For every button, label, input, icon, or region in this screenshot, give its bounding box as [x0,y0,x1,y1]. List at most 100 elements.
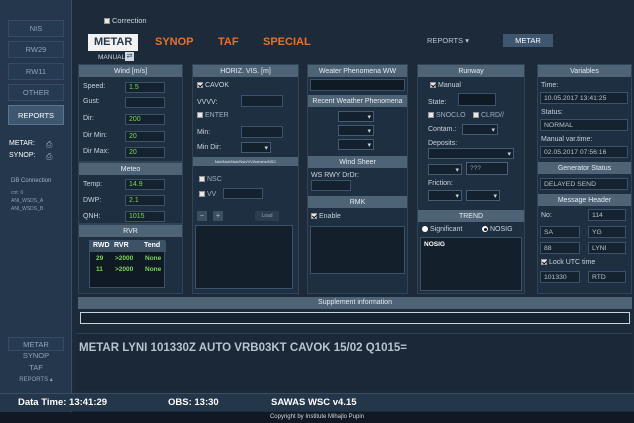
runway-title: Runway [418,65,524,77]
friction-select-1[interactable] [428,190,462,202]
cloud-header: Nsh/Nsh/Nsh/Nsh/VV/hshshs/NSC [193,157,298,166]
clrd-checkbox[interactable]: CLRD// [473,112,504,119]
recent-weather-select-1[interactable] [338,111,374,123]
lock-utc-checkbox[interactable]: Lock UTC time [541,259,595,266]
db-connection-title: DB Connection [11,178,52,184]
nav-reports[interactable]: REPORTS [8,105,64,125]
rvr-header-tend: Tend [144,242,161,249]
wind-dirmax-label: Dir Max: [83,148,110,155]
mindir-select[interactable] [241,142,271,154]
vvvv-label: VVVV: [197,99,218,106]
rvr-header-rvr: RVR [114,242,129,249]
status-value: NORMAL [540,119,628,131]
wind-dirmin-label: Dir Min: [83,132,108,139]
depth-field[interactable]: ??? [466,162,508,175]
tab-metar[interactable]: METAR [88,34,139,51]
runway-manual-checkbox[interactable]: Manual [430,82,461,89]
depth-select[interactable] [428,164,462,176]
nav-rw11[interactable]: RW11 [8,63,64,80]
deposits-select[interactable] [428,148,514,160]
message-header-title: Message Header [538,194,631,206]
vv-label: VV [207,191,217,198]
snoclo-checkbox[interactable]: SNOCLO [428,112,466,119]
wind-title: Wind [m/s] [79,65,182,77]
friction-select-2[interactable] [466,190,500,202]
rvr-cell: 29 [96,255,104,262]
supplement-input[interactable] [80,312,630,324]
state-field[interactable] [458,93,496,106]
correction-checkbox[interactable]: Correction [104,16,147,25]
rmk-enable-checkbox[interactable]: Enable [311,213,341,220]
rtd-field[interactable]: RTD [588,271,626,283]
vvvv-field[interactable] [241,95,283,107]
dwp-label: DWP: [83,197,102,204]
nsc-checkbox[interactable]: NSC [199,176,222,183]
lyni-field[interactable]: LYNI [588,242,626,254]
nosig-radio[interactable]: NOSIG [482,226,513,233]
ww-field[interactable] [310,79,405,91]
minus-button[interactable]: − [197,211,207,221]
time-code-field[interactable]: 101330 [540,271,580,283]
time-value: 10.05.2017 13:41:25 [540,92,628,104]
wind-gust-field[interactable] [125,97,165,108]
nav-other[interactable]: OTHER [8,84,64,101]
trend-title: TREND [418,210,524,222]
sa-field[interactable]: SA [540,226,580,238]
dwp-field[interactable]: 2.1 [125,195,165,206]
contam-select[interactable] [462,124,498,136]
vv-field[interactable] [223,188,263,199]
bottom-nav-metar[interactable]: METAR [8,337,64,351]
temp-field[interactable]: 14.9 [125,179,165,190]
88-field[interactable]: 88 [540,242,580,254]
load-button[interactable]: Load [255,211,279,221]
significant-radio[interactable]: Significant [422,226,462,233]
nsc-label: NSC [207,176,222,183]
vv-checkbox[interactable]: VV [199,191,216,198]
generator-value: DELAYED SEND [540,178,628,190]
runway-manual-label: Manual [438,82,461,89]
bottom-nav-synop[interactable]: SYNOP [8,351,64,360]
manual-toggle-icon[interactable]: ⇄ [125,52,134,61]
yg-field[interactable]: YG [588,226,626,238]
qnh-field[interactable]: 1015 [125,211,165,222]
meteo-panel: Meteo Temp: 14.9 DWP: 2.1 QNH: 1015 [78,162,183,224]
variables-title: Variables [538,65,631,77]
clrd-label: CLRD// [481,112,504,119]
tab-synop[interactable]: SYNOP [149,34,200,51]
enter-checkbox[interactable]: ENTER [197,112,229,119]
bottom-nav-reports[interactable]: REPORTS ▴ [8,376,64,383]
tab-taf[interactable]: TAF [212,34,245,51]
rmk-textarea[interactable] [310,226,405,274]
ws-rwy-field[interactable] [311,180,351,191]
nav-rw29[interactable]: RW29 [8,41,64,58]
metar-button[interactable]: METAR [503,34,553,47]
cavok-checkbox[interactable]: CAVOK [197,82,229,89]
metar-status-icon: ⎙ [46,140,53,149]
cavok-label: CAVOK [205,82,229,89]
rvr-cell: 11 [96,266,103,273]
wind-gust-label: Gust: [83,98,100,105]
plus-button[interactable]: + [213,211,223,221]
significant-label: Significant [430,226,463,233]
recent-weather-select-3[interactable] [338,139,374,151]
wind-dir-field[interactable]: 200 [125,114,165,125]
tab-special[interactable]: SPECIAL [257,34,317,51]
wind-dirmax-field[interactable]: 20 [125,147,165,158]
cloud-list[interactable] [195,225,293,289]
nav-nis[interactable]: NIS [8,20,64,37]
generator-title: Generator Status [538,162,631,174]
recent-weather-select-2[interactable] [338,125,374,137]
trend-textarea[interactable]: NOSIG [420,237,522,291]
bottom-nav-taf[interactable]: TAF [8,363,64,372]
rvr-title: RVR [79,225,182,237]
copyright: Copyright by Institute Mihajlo Pupin [0,412,634,423]
reports-dropdown[interactable]: REPORTS ▾ [427,36,469,45]
nosig-label: NOSIG [490,226,513,233]
min-field[interactable] [241,126,283,138]
wind-dirmin-field[interactable]: 20 [125,131,165,142]
no-field[interactable]: 114 [588,209,626,221]
rvr-cell: >2000 [115,266,134,273]
lock-utc-label: Lock UTC time [549,259,596,266]
metar-output: METAR LYNI 101330Z AUTO VRB03KT CAVOK 15… [76,333,632,390]
wind-speed-field[interactable]: 1.5 [125,82,165,93]
